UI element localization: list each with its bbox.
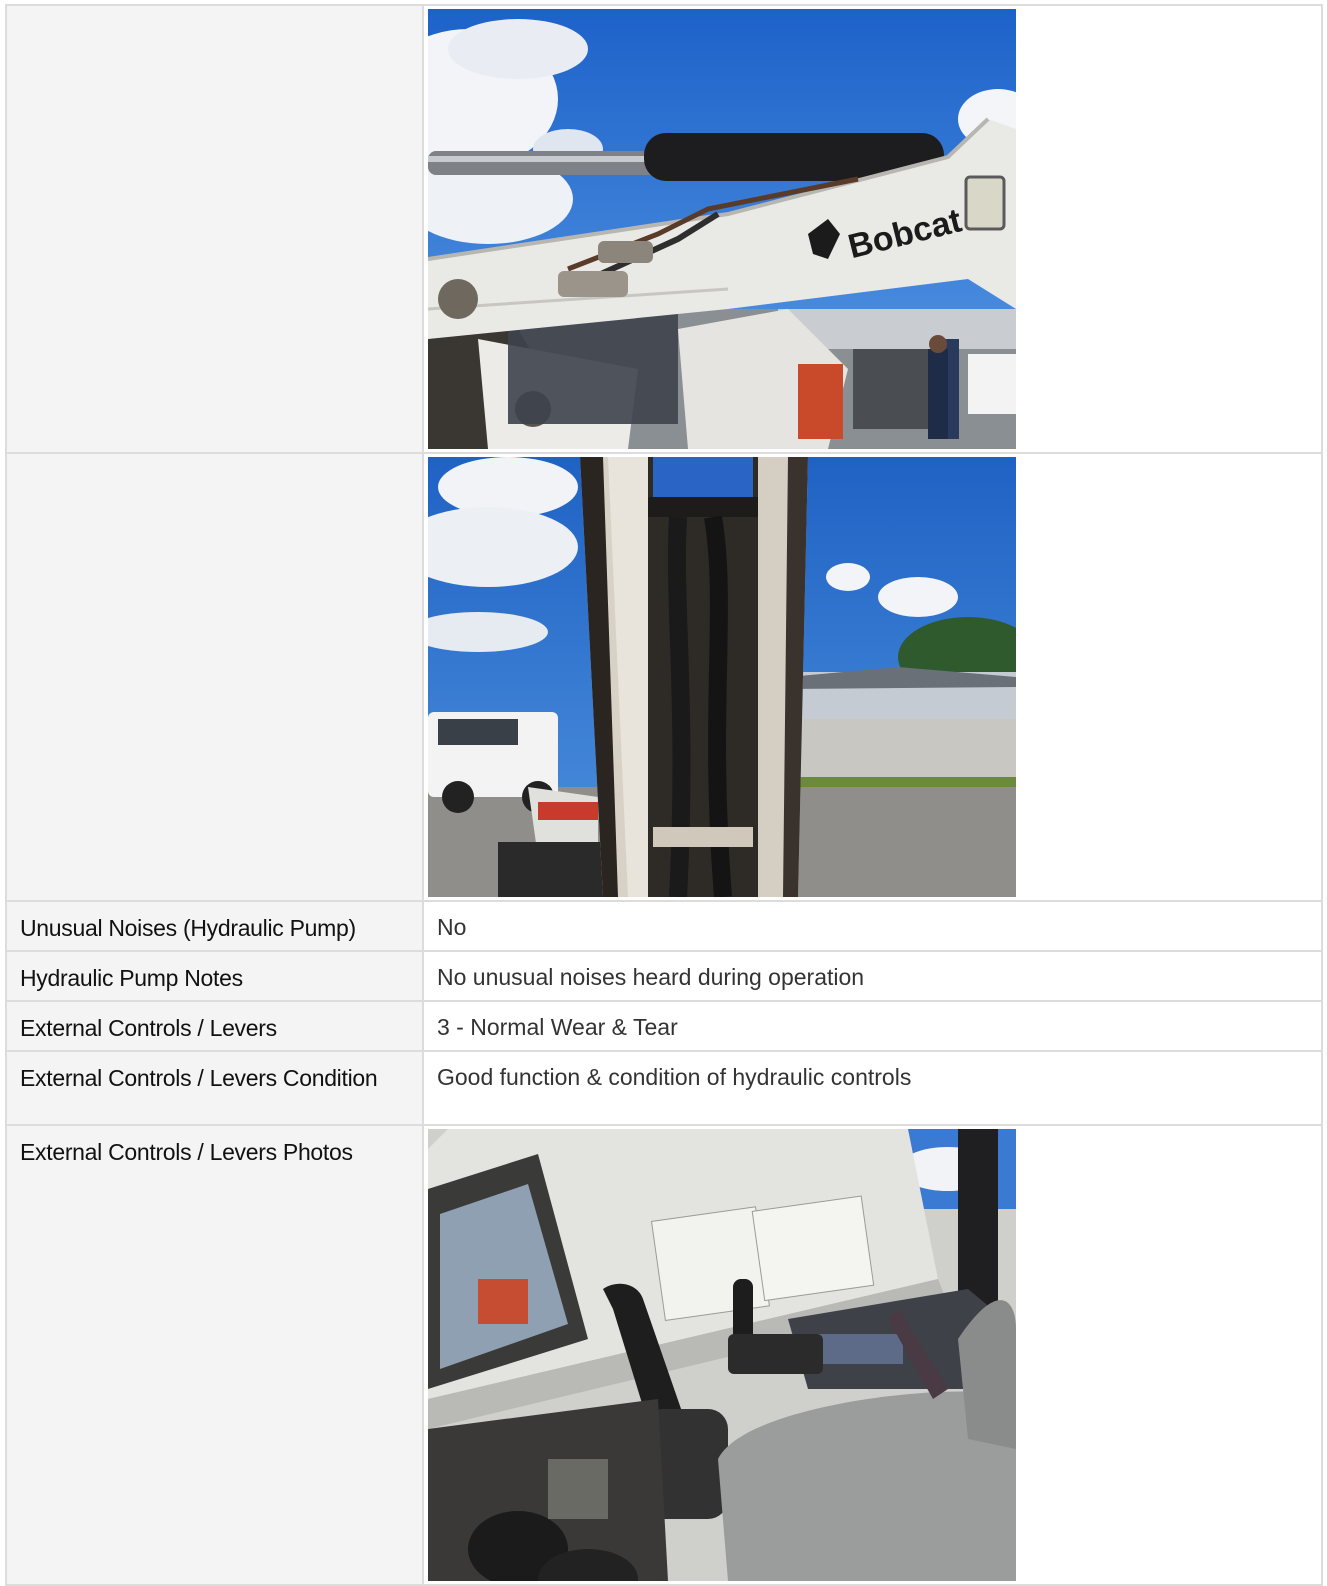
- empty-label-cell: [5, 4, 424, 454]
- table-row: External Controls / Levers Photos: [5, 1124, 1323, 1586]
- field-value: 3 - Normal Wear & Tear: [422, 1000, 1323, 1052]
- inspection-table: Bobcat Unusual Noises (Hydraulic Pump) N…: [5, 4, 1323, 1586]
- field-label: External Controls / Levers: [5, 1000, 424, 1052]
- photo-cell: [422, 1124, 1323, 1586]
- photo-cell: [422, 452, 1323, 902]
- table-row: Hydraulic Pump Notes No unusual noises h…: [5, 950, 1323, 1002]
- table-row: Bobcat: [5, 4, 1323, 454]
- table-row: [5, 452, 1323, 902]
- excavator-boom-front-photo[interactable]: [428, 457, 1016, 897]
- field-label: External Controls / Levers Photos: [5, 1124, 424, 1586]
- cab-controls-photo[interactable]: [428, 1129, 1016, 1581]
- table-row: External Controls / Levers 3 - Normal We…: [5, 1000, 1323, 1052]
- field-value: Good function & condition of hydraulic c…: [422, 1050, 1323, 1126]
- field-label: External Controls / Levers Condition: [5, 1050, 424, 1126]
- excavator-arm-photo[interactable]: Bobcat: [428, 9, 1016, 449]
- field-value: No: [422, 900, 1323, 952]
- empty-label-cell: [5, 452, 424, 902]
- table-row: External Controls / Levers Condition Goo…: [5, 1050, 1323, 1126]
- table-row: Unusual Noises (Hydraulic Pump) No: [5, 900, 1323, 952]
- field-label: Unusual Noises (Hydraulic Pump): [5, 900, 424, 952]
- field-label: Hydraulic Pump Notes: [5, 950, 424, 1002]
- field-value: No unusual noises heard during operation: [422, 950, 1323, 1002]
- photo-cell: Bobcat: [422, 4, 1323, 454]
